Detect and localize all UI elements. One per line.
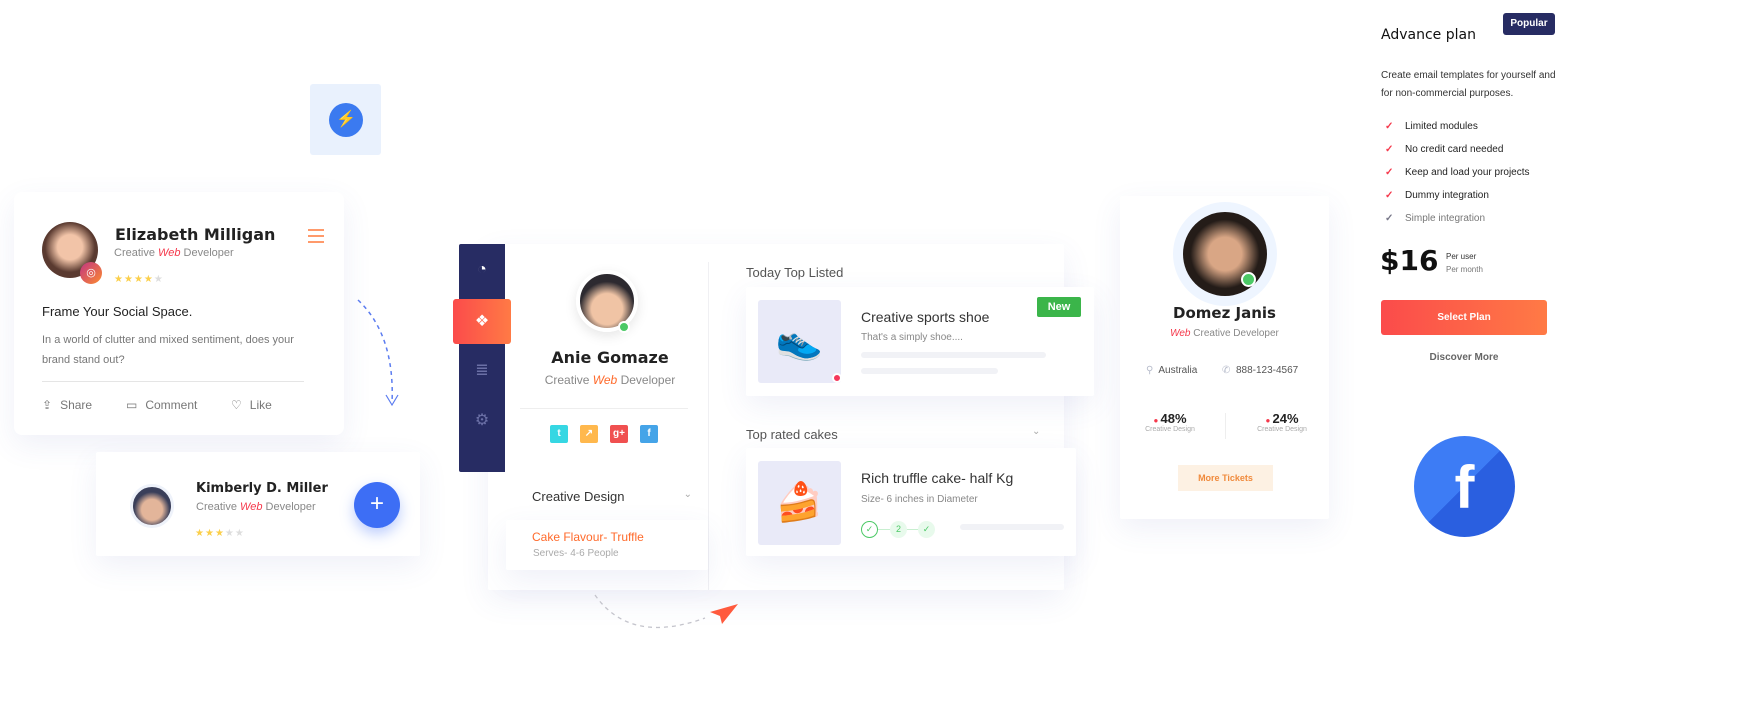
- phone: ✆ 888-123-4567: [1222, 365, 1299, 376]
- divider: [520, 408, 688, 409]
- sidebar-item-active[interactable]: ❖: [453, 299, 511, 344]
- profile-name: Domez Janis: [1173, 304, 1276, 322]
- new-badge: New: [1037, 297, 1081, 317]
- add-button[interactable]: +: [354, 482, 400, 528]
- check-icon: ✓: [1385, 144, 1394, 155]
- chevron-down-icon[interactable]: ⌄: [1032, 426, 1040, 437]
- twitter-icon[interactable]: t: [550, 425, 568, 443]
- plan-desc: Create email templates for yourself and f…: [1381, 70, 1556, 99]
- step-done-icon: ✓: [918, 521, 935, 538]
- placeholder-bar: [861, 368, 998, 374]
- post-headline: Frame Your Social Space.: [42, 304, 193, 319]
- feature-item: ✓ No credit card needed: [1385, 144, 1504, 155]
- avatar: [130, 484, 174, 528]
- facebook-icon[interactable]: f: [640, 425, 658, 443]
- cake-image: 🍰: [758, 461, 841, 545]
- chevron-down-icon: ⌄: [683, 489, 692, 500]
- step-line: [907, 529, 918, 530]
- feature-item: ✓ Dummy integration: [1385, 190, 1489, 201]
- feature-item: ✓ Limited modules: [1385, 121, 1478, 132]
- divider: [1225, 413, 1226, 439]
- profile-card: Domez Janis Web Creative Developer ⚲ Aus…: [1120, 196, 1329, 519]
- social-post-card: ◎ Elizabeth Milligan Creative Web Develo…: [14, 192, 344, 435]
- product-title: Rich truffle cake- half Kg: [861, 470, 1014, 486]
- contact-name: Kimberly D. Miller: [196, 481, 328, 496]
- google-plus-icon[interactable]: g+: [610, 425, 628, 443]
- status-dot: [832, 373, 842, 383]
- facebook-icon[interactable]: f: [1414, 436, 1515, 537]
- online-dot: [618, 321, 630, 333]
- profile-role: Creative Web Developer: [544, 373, 676, 387]
- creative-design-dropdown[interactable]: Creative Design ⌄: [532, 489, 692, 504]
- share-icon[interactable]: ↗: [580, 425, 598, 443]
- dashed-arrow: [357, 299, 399, 407]
- database-icon[interactable]: ≣: [459, 360, 505, 380]
- post-body: In a world of clutter and mixed sentimen…: [42, 334, 294, 366]
- profile-name: Anie Gomaze: [551, 348, 669, 367]
- dropbox-icon: ❖: [474, 313, 490, 330]
- check-icon: ✓: [1385, 167, 1394, 178]
- product-card[interactable]: 👟 Creative sports shoe That's a simply s…: [746, 287, 1094, 396]
- column-divider: [708, 262, 709, 590]
- list-menu-icon[interactable]: [308, 229, 324, 243]
- menu-item-title: Cake Flavour- Truffle: [532, 530, 644, 544]
- select-plan-button[interactable]: Select Plan: [1381, 300, 1547, 335]
- rating-stars: ★★★★★: [114, 274, 164, 285]
- contact-role: Creative Web Developer: [196, 501, 316, 513]
- shoe-image: 👟: [758, 300, 841, 383]
- product-sub: That's a simply shoe....: [861, 332, 963, 343]
- comment-icon: ▭: [126, 398, 138, 412]
- comment-button[interactable]: ▭ Comment: [126, 398, 197, 412]
- location-pin-icon: ⚲: [1146, 365, 1154, 376]
- more-tickets-button[interactable]: More Tickets: [1178, 465, 1273, 491]
- section-title: Today Top Listed: [746, 265, 844, 280]
- placeholder-bar: [861, 352, 1046, 358]
- profile-role: Web Creative Developer: [1170, 328, 1279, 339]
- step-line: [878, 529, 890, 530]
- instagram-icon[interactable]: ◎: [80, 262, 102, 284]
- user-name: Elizabeth Milligan: [115, 225, 276, 244]
- price: $16: [1380, 244, 1439, 277]
- user-role: Creative Web Developer: [114, 247, 234, 259]
- paper-plane-icon: [710, 604, 738, 624]
- check-icon: ✓: [1385, 121, 1394, 132]
- menu-item-sub: Serves- 4-6 People: [533, 548, 619, 559]
- phone-icon: ✆: [1222, 365, 1231, 376]
- gear-icon[interactable]: ⚙: [459, 410, 505, 430]
- step-number: 2: [890, 521, 907, 538]
- divider: [42, 381, 304, 382]
- product-title: Creative sports shoe: [861, 309, 990, 325]
- rating-stars: ★★★★★: [195, 528, 245, 539]
- like-button[interactable]: ♡ Like: [231, 398, 272, 412]
- step-done-icon: ✓: [861, 521, 878, 538]
- product-card[interactable]: 🍰 Rich truffle cake- half Kg Size- 6 inc…: [746, 448, 1076, 556]
- messenger-icon: ⚡: [329, 103, 363, 137]
- section-title: Top rated cakes: [746, 427, 838, 442]
- popular-badge: Popular: [1503, 13, 1555, 35]
- share-button[interactable]: ⇪ Share: [42, 398, 92, 412]
- product-sub: Size- 6 inches in Diameter: [861, 494, 978, 505]
- online-dot: [1241, 272, 1256, 287]
- pie-chart-icon[interactable]: ◔: [459, 261, 505, 279]
- heart-icon: ♡: [231, 398, 242, 412]
- messenger-tile[interactable]: ⚡: [310, 84, 381, 155]
- location: ⚲ Australia: [1146, 365, 1198, 376]
- plus-icon: +: [369, 490, 384, 517]
- stat: ● 48% Creative Design: [1145, 411, 1195, 433]
- contact-card: Kimberly D. Miller Creative Web Develope…: [96, 452, 420, 556]
- sidebar: ◔ ≣ ⚙: [459, 244, 505, 472]
- plan-title: Advance plan: [1381, 27, 1476, 43]
- discover-more-link[interactable]: Discover More: [1381, 352, 1547, 363]
- check-icon: ✓: [1385, 213, 1394, 224]
- share-icon: ⇪: [42, 398, 53, 412]
- price-period: Per user Per month: [1446, 252, 1483, 274]
- paper-plane-path: [594, 594, 738, 629]
- placeholder-bar: [960, 524, 1064, 530]
- stat: ● 24% Creative Design: [1257, 411, 1307, 433]
- check-icon: ✓: [1385, 190, 1394, 201]
- feature-item: ✓ Keep and load your projects: [1385, 167, 1530, 178]
- feature-item: ✓ Simple integration: [1385, 213, 1486, 224]
- menu-item[interactable]: Cake Flavour- Truffle Serves- 4-6 People: [506, 520, 708, 570]
